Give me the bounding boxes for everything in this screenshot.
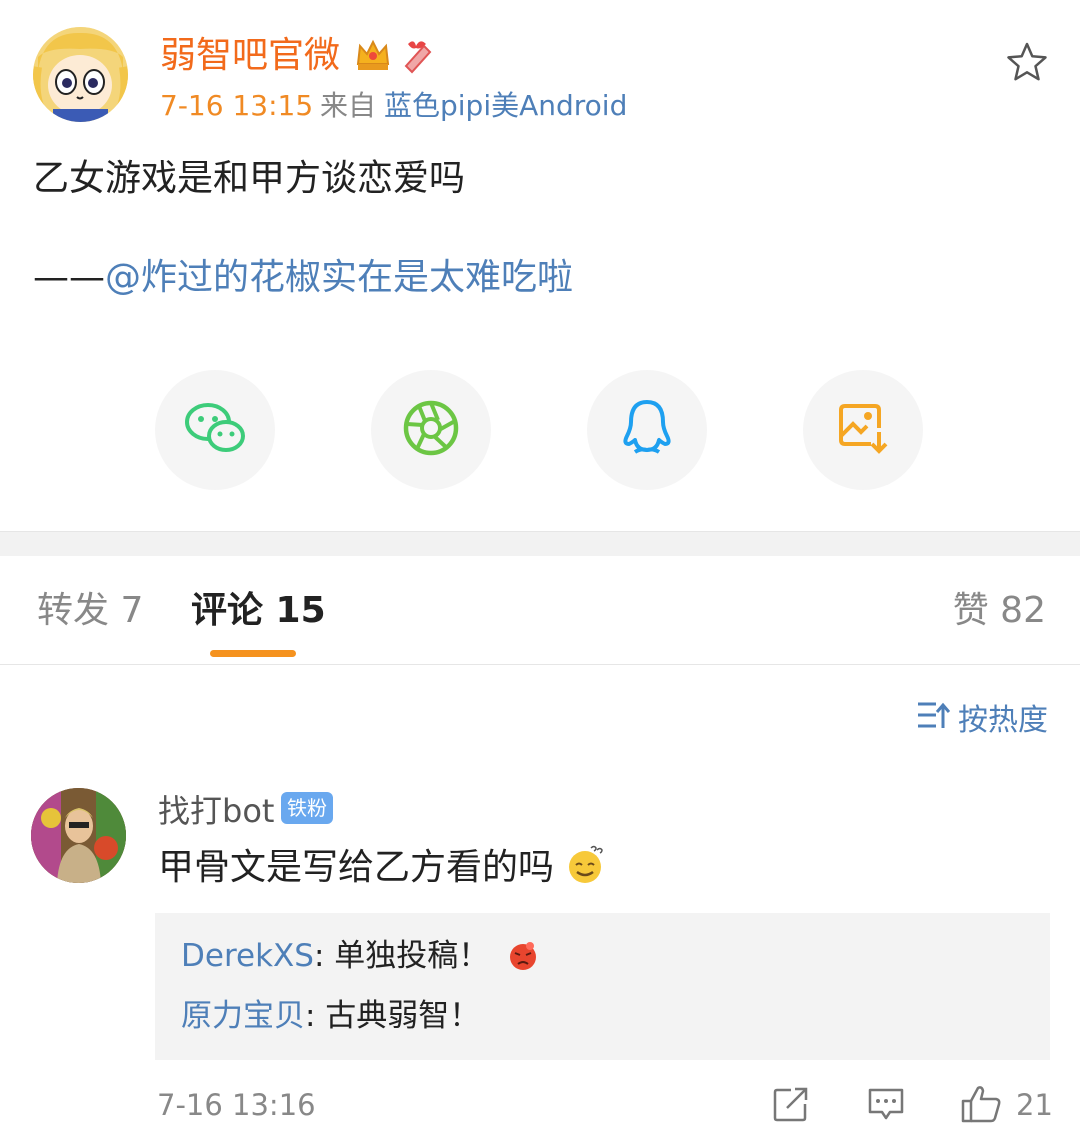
angry-emoji-icon [507,940,539,983]
sort-label: 按热度 [958,702,1048,738]
share-moments-button[interactable] [371,370,491,490]
source-prefix: 来自 [320,89,377,122]
share-icon[interactable] [771,1084,811,1124]
tab-like[interactable]: 赞 82 [953,588,1046,634]
section-divider [0,531,1080,556]
sort-button[interactable]: 按热度 [916,700,1048,741]
comment-text: 甲骨文是写给乙方看的吗 [158,845,605,897]
attribution-dash: —— [33,257,105,298]
smile-emoji-icon [565,845,605,897]
share-qq-button[interactable] [587,370,707,490]
reply-user[interactable]: DerekXS [181,938,314,974]
tab-comment[interactable]: 评论 15 [191,588,326,634]
author-name[interactable]: 弱智吧官微 [160,34,340,78]
reply-item[interactable]: DerekXS: 单独投稿！ [181,935,539,983]
source-link[interactable]: 蓝色pipi美Android [384,88,627,124]
reply-text: : 单独投稿！ [313,938,490,974]
comment-body: 甲骨文是写给乙方看的吗 [158,847,555,888]
fan-badge: 铁粉 [281,792,333,824]
tabs-border [0,664,1080,665]
reply-box[interactable]: DerekXS: 单独投稿！ 原力宝贝: 古典弱智！ [155,913,1050,1060]
crown-icon[interactable] [354,36,392,78]
like-thumb-icon[interactable] [960,1084,1001,1124]
tab-repost[interactable]: 转发 7 [37,588,143,634]
save-image-icon [835,400,891,460]
comment-icon[interactable] [866,1084,906,1124]
post-time: 7-16 13:15 [160,89,314,122]
share-wechat-button[interactable] [155,370,275,490]
qq-icon [621,398,673,462]
reply-text: : 古典弱智！ [305,998,481,1034]
author-avatar[interactable] [33,27,128,122]
save-image-button[interactable] [803,370,923,490]
sort-icon [916,700,951,741]
wechat-icon [183,400,247,460]
commenter-name[interactable]: 找打bot [158,791,274,831]
commenter-avatar[interactable] [31,788,126,883]
post-text: 乙女游戏是和甲方谈恋爱吗 [33,158,466,199]
active-tab-indicator [210,650,296,657]
mention-link[interactable]: @炸过的花椒实在是太难吃啦 [105,257,573,298]
reply-user[interactable]: 原力宝贝 [181,998,305,1034]
gift-icon[interactable] [398,36,436,78]
reply-item[interactable]: 原力宝贝: 古典弱智！ [181,995,480,1037]
moments-icon [402,399,460,461]
comment-time: 7-16 13:16 [157,1088,316,1122]
favorite-star-icon[interactable] [1005,40,1049,84]
post-attribution: ——@炸过的花椒实在是太难吃啦 [33,255,573,301]
like-count: 21 [1016,1088,1053,1122]
